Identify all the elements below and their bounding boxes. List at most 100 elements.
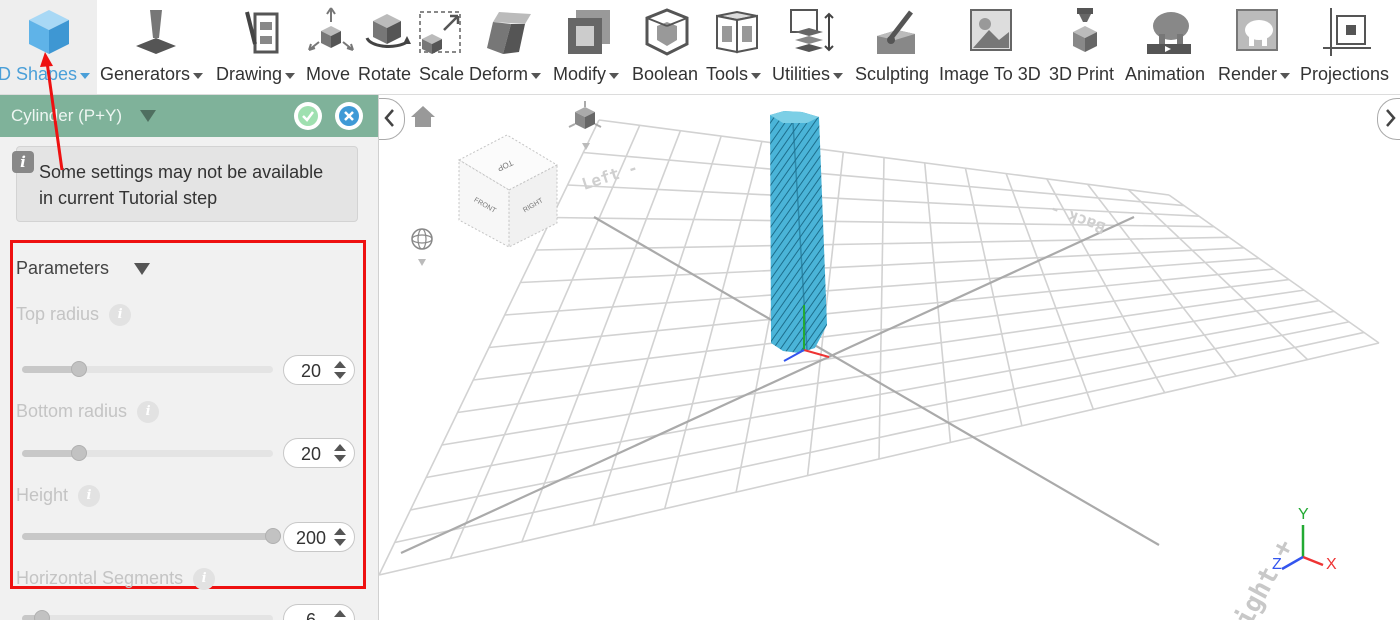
deform-icon — [487, 12, 531, 54]
cube-icon — [28, 10, 69, 54]
input-value: 200 — [295, 528, 327, 548]
chevron-down-icon — [833, 73, 844, 79]
drawing-icon — [245, 11, 279, 54]
utilities-icon — [790, 9, 834, 52]
axis-z-label: Z — [1272, 556, 1282, 573]
section-caret-icon[interactable] — [134, 263, 150, 275]
toolbar-tools[interactable]: Tools — [705, 0, 769, 94]
slider-handle[interactable] — [71, 361, 87, 377]
chevron-down-icon — [609, 73, 620, 79]
toolbar-projections[interactable]: Projections — [1299, 0, 1395, 94]
toolbar-boolean[interactable]: Boolean — [631, 0, 703, 94]
collapse-caret-icon[interactable] — [140, 110, 156, 122]
cancel-button[interactable] — [335, 102, 363, 130]
toolbar-label: Move — [306, 64, 351, 84]
bottom-radius-slider[interactable] — [22, 445, 273, 461]
panel-header: Cylinder (P+Y) — [0, 95, 378, 137]
tools-icon — [716, 10, 758, 54]
render-icon — [1236, 9, 1278, 51]
info-icon[interactable]: i — [78, 485, 101, 507]
axis-x-label: X — [1326, 556, 1337, 573]
param-label-text: Bottom radius — [16, 401, 128, 421]
perspective-toggle-icon[interactable] — [568, 101, 602, 150]
grid-line — [1086, 183, 1237, 377]
param-label-text: Top radius — [16, 304, 100, 324]
grid-line — [394, 331, 1365, 544]
toolbar-sculpting[interactable]: Sculpting — [854, 0, 936, 94]
panel-title: Cylinder (P+Y) — [11, 106, 123, 125]
decrement-icon[interactable] — [334, 539, 346, 546]
toolbar-label: Drawing — [216, 64, 283, 84]
toolbar-label: 3D Print — [1049, 64, 1115, 84]
main-toolbar: D Shapes Generators Drawing Move Rotate … — [0, 0, 1400, 95]
grid-line — [425, 310, 1335, 479]
increment-icon[interactable] — [334, 361, 346, 368]
toolbar-image-to-3d[interactable]: Image To 3D — [938, 0, 1044, 94]
param-label-text: Height — [16, 485, 69, 505]
toolbar-label: Sculpting — [855, 64, 930, 84]
toolbar-label: Rotate — [358, 64, 412, 84]
decrement-icon[interactable] — [334, 372, 346, 379]
increment-icon[interactable] — [334, 444, 346, 451]
grid-line — [441, 299, 1320, 446]
param-label-top-radius: Top radius i — [16, 304, 132, 326]
slider-handle[interactable] — [34, 610, 50, 620]
top-radius-slider[interactable] — [22, 361, 273, 377]
toolbar-label: Image To 3D — [939, 64, 1041, 84]
info-icon[interactable]: i — [109, 304, 132, 326]
toolbar-animation[interactable]: Animation — [1124, 0, 1214, 94]
toolbar-label: Modify — [553, 64, 607, 84]
bottom-radius-input[interactable]: 20 — [283, 438, 355, 468]
collapse-left-panel-button[interactable] — [379, 98, 405, 140]
slider-handle[interactable] — [265, 528, 281, 544]
horizontal-segments-input[interactable]: 6 — [283, 604, 355, 620]
toolbar-3d-print[interactable]: 3D Print — [1048, 0, 1122, 94]
toolbar-drawing[interactable]: Drawing — [215, 0, 303, 94]
3d-scene[interactable]: Left - Back - Right + TOP FRONT RIGHT Y … — [379, 95, 1400, 620]
tutorial-notice: i Some settings may not be available in … — [12, 146, 358, 222]
chevron-down-icon — [80, 73, 91, 79]
chevron-down-icon — [1280, 73, 1291, 79]
height-slider[interactable] — [22, 528, 281, 544]
toolbar-modify[interactable]: Modify — [552, 0, 628, 94]
height-input[interactable]: 200 — [283, 522, 355, 552]
scale-icon — [419, 11, 461, 54]
rotate-icon — [365, 14, 411, 48]
animation-icon — [1147, 12, 1191, 54]
chevron-right-icon — [1386, 109, 1396, 127]
toolbar-label: Projections — [1300, 64, 1390, 84]
increment-icon[interactable] — [334, 610, 346, 617]
slider-handle[interactable] — [71, 445, 87, 461]
toolbar-render[interactable]: Render — [1217, 0, 1297, 94]
info-icon[interactable]: i — [193, 568, 216, 590]
view-cube[interactable]: TOP FRONT RIGHT — [457, 134, 559, 248]
info-icon[interactable]: i — [137, 401, 160, 423]
confirm-button[interactable] — [294, 102, 322, 130]
parameters-section-title[interactable]: Parameters — [16, 258, 109, 279]
toolbar-generators[interactable]: Generators — [100, 0, 212, 94]
home-view-button[interactable] — [411, 106, 435, 127]
toolbar-move[interactable]: Move — [305, 0, 357, 94]
orbit-mode-icon[interactable] — [411, 228, 433, 266]
3d-viewport[interactable]: Left - Back - Right + TOP FRONT RIGHT Y … — [379, 95, 1400, 620]
floor-label-right: Right + — [1222, 535, 1300, 620]
toolbar-utilities[interactable]: Utilities — [771, 0, 851, 94]
input-value: 6 — [305, 610, 316, 620]
toolbar-label: Scale — [419, 64, 465, 84]
chevron-down-icon — [285, 73, 296, 79]
horizontal-segments-slider[interactable] — [22, 610, 273, 620]
notice-text: Some settings may not be available in cu… — [39, 162, 324, 208]
toolbar-3d-shapes[interactable]: D Shapes — [0, 0, 97, 94]
toolbar-rotate[interactable]: Rotate — [357, 0, 417, 94]
top-radius-input[interactable]: 20 — [283, 355, 355, 385]
toolbar-scale[interactable]: Scale — [418, 0, 466, 94]
decrement-icon[interactable] — [334, 455, 346, 462]
toolbar-deform[interactable]: Deform — [468, 0, 550, 94]
close-icon — [339, 106, 359, 126]
increment-icon[interactable] — [334, 528, 346, 535]
input-value: 20 — [300, 361, 322, 381]
toolbar-label: Deform — [469, 64, 529, 84]
expand-right-panel-button[interactable] — [1377, 98, 1400, 140]
toolbar-label: Boolean — [632, 64, 699, 84]
cylinder-model[interactable] — [770, 111, 827, 353]
